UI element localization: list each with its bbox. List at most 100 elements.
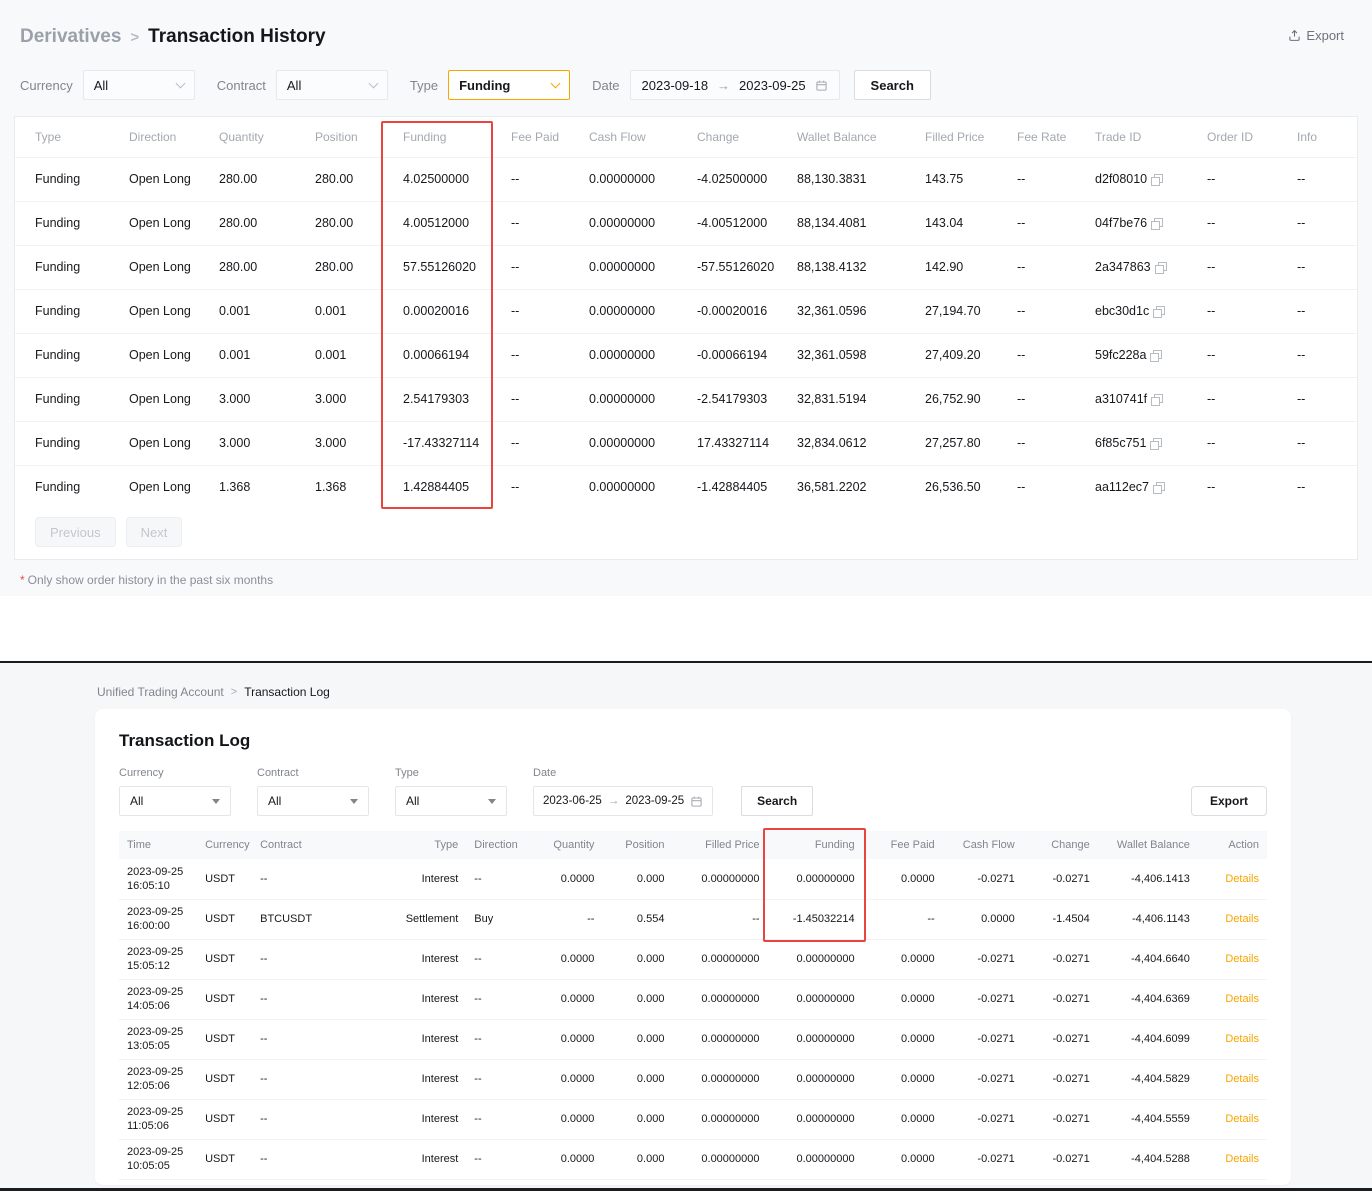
breadcrumb: Unified Trading Account > Transaction Lo… [97,685,330,699]
currency-dropdown[interactable]: All [83,70,195,100]
column-header: Action [1198,831,1267,859]
cell-fee-paid: -- [491,157,569,201]
date-to[interactable]: 2023-09-25 [625,795,684,807]
contract-dropdown[interactable]: All [276,70,388,100]
cell-direction: Open Long [109,465,199,509]
date-to[interactable]: 2023-09-25 [739,78,806,93]
time-clock: 11:05:06 [127,1119,189,1133]
cell-wallet-balance: -4,404.6640 [1098,939,1198,979]
breadcrumb-parent[interactable]: Derivatives [20,26,121,48]
cell-direction: -- [466,1059,530,1099]
copy-icon[interactable] [1153,438,1162,447]
cell-contract: -- [252,979,382,1019]
date-from[interactable]: 2023-06-25 [543,795,602,807]
breadcrumb-parent[interactable]: Unified Trading Account [97,685,224,699]
cell-action: Details [1198,899,1267,939]
column-header: Type [15,117,109,157]
date-range-picker[interactable]: 2023-09-18 → 2023-09-25 [630,70,840,100]
details-link[interactable]: Details [1225,1073,1259,1085]
copy-icon[interactable] [1154,174,1163,183]
cell-funding: 0.00000000 [768,979,863,1019]
export-button[interactable]: Export [1288,28,1344,43]
trade-id-text: 59fc228a [1095,348,1146,362]
time-date: 2023-09-25 [127,1105,189,1119]
cell-funding: 2.54179303 [383,377,491,421]
cell-action: Details [1198,1059,1267,1099]
cell-type: Funding [15,421,109,465]
cell-direction: Open Long [109,289,199,333]
cell-cash-flow: 0.00000000 [569,465,677,509]
cell-direction: -- [466,859,530,899]
column-header: Change [1023,831,1098,859]
type-dropdown[interactable]: All [395,786,507,816]
cell-time: 2023-09-2513:05:05 [119,1019,197,1059]
search-button[interactable]: Search [741,786,813,816]
transaction-log-card: Transaction Log Currency All Contract Al… [95,709,1291,1185]
cell-wallet-balance: 32,831.5194 [777,377,905,421]
cell-position: 0.000 [602,1139,672,1179]
contract-label: Contract [257,767,369,779]
column-header: Direction [109,117,199,157]
search-button[interactable]: Search [854,70,931,100]
currency-dropdown[interactable]: All [119,786,231,816]
cell-fee-paid: -- [491,333,569,377]
time-clock: 16:00:00 [127,919,189,933]
copy-icon[interactable] [1153,350,1162,359]
details-link[interactable]: Details [1225,993,1259,1005]
transaction-log-table: TimeCurrencyContractTypeDirectionQuantit… [119,831,1267,1180]
cell-funding: 57.55126020 [383,245,491,289]
cell-funding: -17.43327114 [383,421,491,465]
cell-fee-paid: -- [491,377,569,421]
cell-filled-price: 0.00000000 [672,1139,767,1179]
column-header: Filled Price [905,117,997,157]
copy-icon[interactable] [1158,262,1167,271]
derivatives-page-header: Derivatives > Transaction History Export [0,0,1372,48]
column-header: Cash Flow [569,117,677,157]
trade-id-text: ebc30d1c [1095,304,1149,318]
cell-time: 2023-09-2515:05:12 [119,939,197,979]
cell-change: -0.00020016 [677,289,777,333]
time-clock: 15:05:12 [127,959,189,973]
cell-fee-paid: -- [491,245,569,289]
cell-info: -- [1277,421,1357,465]
details-link[interactable]: Details [1225,1153,1259,1165]
contract-label: Contract [217,78,266,93]
cell-cash-flow: -0.0271 [943,939,1023,979]
details-link[interactable]: Details [1225,1113,1259,1125]
copy-icon[interactable] [1154,218,1163,227]
cell-quantity: 0.0000 [530,1059,602,1099]
previous-button[interactable]: Previous [35,517,116,547]
cell-cash-flow: 0.00000000 [569,157,677,201]
copy-icon-front [1155,265,1164,274]
details-link[interactable]: Details [1225,1033,1259,1045]
details-link[interactable]: Details [1225,873,1259,885]
type-dropdown[interactable]: Funding [448,70,570,100]
date-range-picker[interactable]: 2023-06-25 → 2023-09-25 [533,786,713,816]
copy-icon[interactable] [1154,394,1163,403]
cell-quantity: -- [530,899,602,939]
details-link[interactable]: Details [1225,913,1259,925]
cell-wallet-balance: -4,404.5559 [1098,1099,1198,1139]
cell-fee-paid: -- [863,899,943,939]
next-button[interactable]: Next [126,517,183,547]
export-label: Export [1306,28,1344,43]
column-header: Funding [768,831,863,859]
cell-direction: Open Long [109,333,199,377]
column-header: Fee Rate [997,117,1075,157]
copy-icon[interactable] [1156,306,1165,315]
contract-dropdown[interactable]: All [257,786,369,816]
cell-contract: -- [252,1019,382,1059]
cell-currency: USDT [197,1139,252,1179]
cell-change: -0.0271 [1023,859,1098,899]
column-header: Fee Paid [491,117,569,157]
time-date: 2023-09-25 [127,985,189,999]
footnote-text: Only show order history in the past six … [28,573,273,587]
details-link[interactable]: Details [1225,953,1259,965]
export-button[interactable]: Export [1191,786,1267,816]
trade-id-text: a310741f [1095,392,1147,406]
cell-fee-rate: -- [997,333,1075,377]
copy-icon[interactable] [1156,482,1165,491]
cell-quantity: 0.001 [199,289,295,333]
cell-fee-rate: -- [997,201,1075,245]
date-from[interactable]: 2023-09-18 [642,78,709,93]
